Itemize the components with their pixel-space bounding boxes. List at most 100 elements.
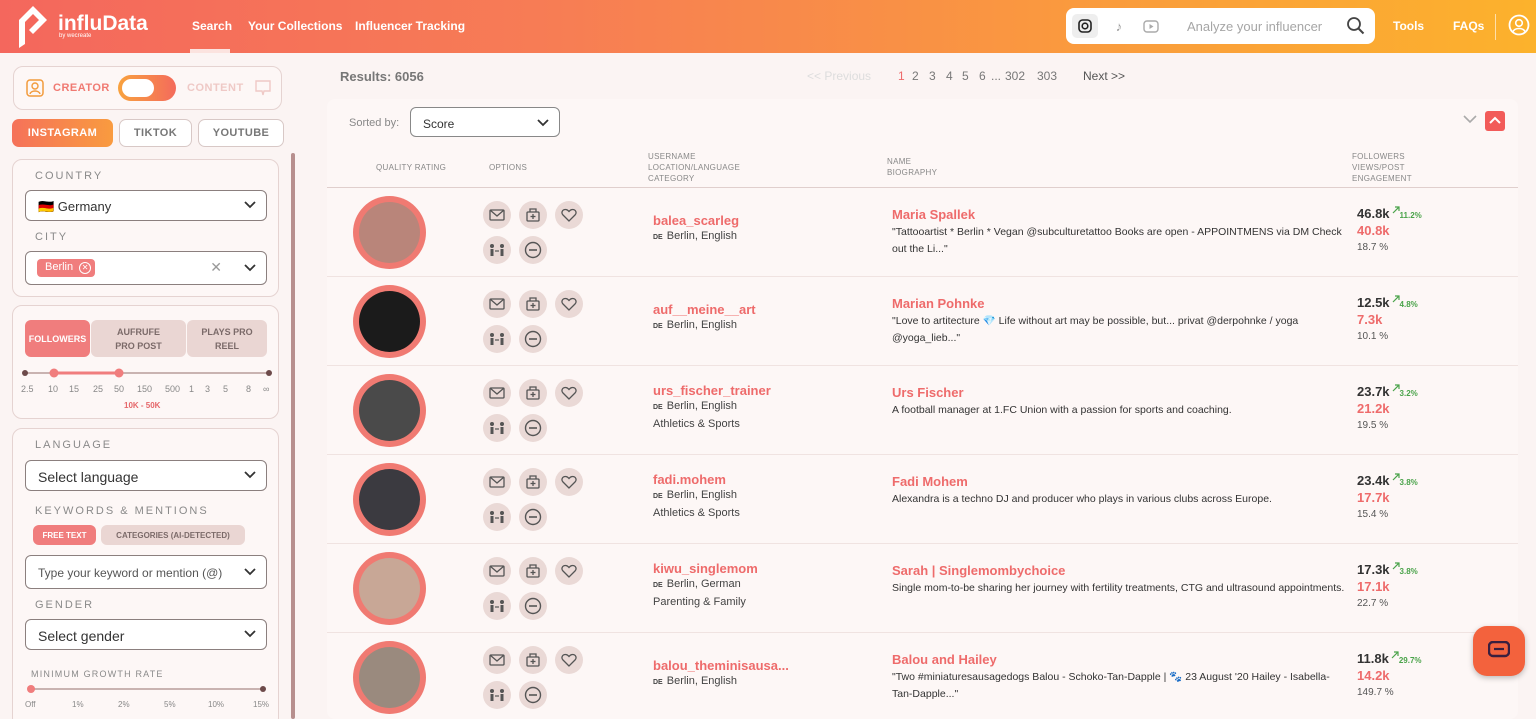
email-button[interactable]	[483, 201, 511, 229]
sort-select[interactable]: Score	[410, 107, 560, 137]
avatar[interactable]	[359, 647, 420, 708]
page-link[interactable]: 302	[1005, 69, 1025, 83]
full-name[interactable]: Balou and Hailey	[892, 652, 997, 667]
scroll-top-button[interactable]	[1485, 111, 1505, 131]
full-name[interactable]: Sarah | Singlemombychoice	[892, 563, 1065, 578]
page-link[interactable]: 3	[929, 69, 936, 83]
creator-content-toggle[interactable]	[118, 75, 176, 101]
avatar[interactable]	[359, 380, 420, 441]
compare-button[interactable]	[483, 236, 511, 264]
nav-faqs[interactable]: FAQs	[1453, 19, 1484, 33]
categories-button[interactable]: CATEGORIES (AI-DETECTED)	[101, 525, 245, 545]
youtube-icon[interactable]	[1138, 14, 1164, 38]
favorite-button[interactable]	[555, 646, 583, 674]
page-link[interactable]: 4	[946, 69, 953, 83]
table-row[interactable]: urs_fischer_trainer DE Berlin, English At…	[327, 366, 1518, 455]
search-icon[interactable]	[1346, 16, 1365, 35]
compare-button[interactable]	[483, 414, 511, 442]
page-link[interactable]: 6	[979, 69, 986, 83]
compare-button[interactable]	[483, 325, 511, 353]
gender-select[interactable]: Select gender	[25, 619, 267, 650]
compare-button[interactable]	[483, 681, 511, 709]
compare-button[interactable]	[483, 592, 511, 620]
email-button[interactable]	[483, 468, 511, 496]
username-link[interactable]: balou_theminisausa...	[653, 658, 789, 673]
add-to-collection-button[interactable]	[519, 201, 547, 229]
tab-followers[interactable]: FOLLOWERS	[25, 320, 90, 357]
nav-influencer-tracking[interactable]: Influencer Tracking	[355, 19, 465, 33]
city-select[interactable]: Berlin ✕ ✕	[25, 251, 267, 285]
page-link[interactable]: 1	[898, 69, 905, 83]
content-label[interactable]: CONTENT	[187, 82, 244, 94]
free-text-button[interactable]: FREE TEXT	[33, 525, 96, 545]
add-to-collection-button[interactable]	[519, 290, 547, 318]
page-link[interactable]: 5	[962, 69, 969, 83]
keyword-input[interactable]: Type your keyword or mention (@)	[25, 555, 267, 589]
avatar[interactable]	[359, 291, 420, 352]
growth-slider[interactable]	[27, 684, 267, 694]
infludata-logo[interactable]	[16, 4, 50, 50]
username-link[interactable]: kiwu_singlemom	[653, 561, 758, 576]
favorite-button[interactable]	[555, 468, 583, 496]
followers-range-slider[interactable]	[21, 366, 273, 380]
avatar[interactable]	[359, 558, 420, 619]
creator-label[interactable]: CREATOR	[53, 82, 110, 94]
favorite-button[interactable]	[555, 290, 583, 318]
add-to-collection-button[interactable]	[519, 646, 547, 674]
chat-button[interactable]	[1473, 626, 1525, 676]
exclude-button[interactable]	[519, 414, 547, 442]
email-button[interactable]	[483, 290, 511, 318]
sidebar-scrollbar[interactable]	[291, 153, 295, 719]
page-link[interactable]: 303	[1037, 69, 1057, 83]
remove-chip-icon[interactable]: ✕	[79, 262, 92, 274]
full-name[interactable]: Fadi Mohem	[892, 474, 968, 489]
avatar[interactable]	[359, 202, 420, 263]
tab-instagram[interactable]: INSTAGRAM	[12, 119, 113, 147]
nav-tools[interactable]: Tools	[1393, 19, 1424, 33]
exclude-button[interactable]	[519, 503, 547, 531]
clear-icon[interactable]: ✕	[210, 259, 222, 276]
tab-youtube[interactable]: YOUTUBE	[198, 119, 284, 147]
previous-link[interactable]: << Previous	[807, 69, 871, 83]
chevron-down-icon[interactable]	[1463, 115, 1477, 124]
favorite-button[interactable]	[555, 379, 583, 407]
table-row[interactable]: balou_theminisausa... DE Berlin, English …	[327, 633, 1518, 719]
tab-plays-per-reel[interactable]: PLAYS PRO REEL	[187, 320, 267, 357]
username-link[interactable]: urs_fischer_trainer	[653, 383, 771, 398]
add-to-collection-button[interactable]	[519, 468, 547, 496]
page-link[interactable]: 2	[912, 69, 919, 83]
username-link[interactable]: balea_scarleg	[653, 213, 739, 228]
exclude-button[interactable]	[519, 681, 547, 709]
tab-tiktok[interactable]: TIKTOK	[119, 119, 192, 147]
compare-button[interactable]	[483, 503, 511, 531]
table-row[interactable]: balea_scarleg DE Berlin, English Maria Sp…	[327, 188, 1518, 277]
next-link[interactable]: Next >>	[1083, 69, 1125, 83]
full-name[interactable]: Marian Pohnke	[892, 296, 984, 311]
city-chip[interactable]: Berlin ✕	[37, 259, 96, 277]
instagram-icon[interactable]	[1072, 14, 1098, 38]
account-icon[interactable]	[1508, 14, 1530, 36]
tiktok-icon[interactable]: ♪	[1106, 14, 1132, 38]
add-to-collection-button[interactable]	[519, 379, 547, 407]
nav-collections[interactable]: Your Collections	[248, 19, 342, 33]
table-row[interactable]: auf__meine__art DE Berlin, English Marian…	[327, 277, 1518, 366]
email-button[interactable]	[483, 379, 511, 407]
favorite-button[interactable]	[555, 557, 583, 585]
email-button[interactable]	[483, 557, 511, 585]
full-name[interactable]: Maria Spallek	[892, 207, 975, 222]
search-input[interactable]: Analyze your influencer	[1187, 19, 1322, 34]
exclude-button[interactable]	[519, 325, 547, 353]
avatar[interactable]	[359, 469, 420, 530]
nav-search[interactable]: Search	[192, 19, 232, 33]
tab-views-per-post[interactable]: AUFRUFE PRO POST	[91, 320, 186, 357]
email-button[interactable]	[483, 646, 511, 674]
country-select[interactable]: 🇩🇪 Germany	[25, 190, 267, 221]
table-row[interactable]: fadi.mohem DE Berlin, English Athletics &…	[327, 455, 1518, 544]
table-row[interactable]: kiwu_singlemom DE Berlin, German Parentin…	[327, 544, 1518, 633]
exclude-button[interactable]	[519, 592, 547, 620]
full-name[interactable]: Urs Fischer	[892, 385, 964, 400]
exclude-button[interactable]	[519, 236, 547, 264]
username-link[interactable]: auf__meine__art	[653, 302, 756, 317]
add-to-collection-button[interactable]	[519, 557, 547, 585]
favorite-button[interactable]	[555, 201, 583, 229]
